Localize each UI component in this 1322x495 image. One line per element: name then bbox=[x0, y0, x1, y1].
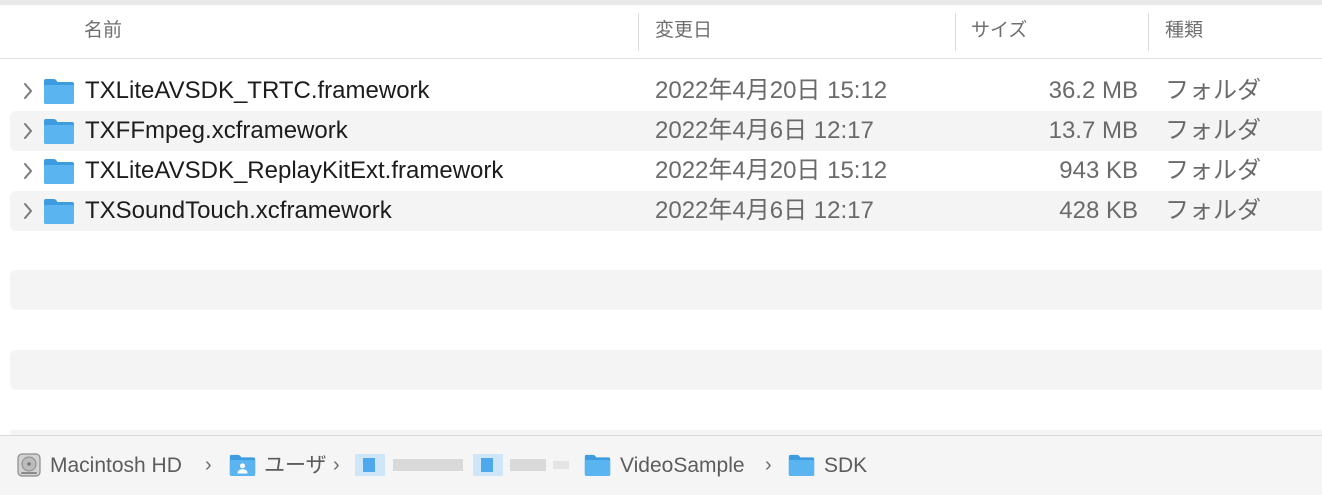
folder-icon bbox=[44, 159, 74, 184]
column-header-date[interactable]: 変更日 bbox=[655, 5, 712, 58]
folder-icon bbox=[584, 454, 611, 476]
folder-icon bbox=[44, 119, 74, 144]
file-size: 428 KB bbox=[1059, 197, 1138, 224]
path-item-videosample[interactable]: VideoSample bbox=[620, 436, 745, 495]
column-header-name[interactable]: 名前 bbox=[84, 5, 122, 58]
column-header-kind[interactable]: 種類 bbox=[1165, 5, 1203, 58]
file-row[interactable]: TXFFmpeg.xcframework 2022年4月6日 12:17 13.… bbox=[10, 111, 1322, 151]
file-kind: フォルダ bbox=[1165, 77, 1261, 104]
path-item-users[interactable]: ユーザ bbox=[264, 436, 327, 495]
file-date: 2022年4月20日 15:12 bbox=[655, 77, 888, 104]
path-bar: Macintosh HD › ユーザ › VideoSample › SDK bbox=[0, 435, 1322, 495]
path-separator: › bbox=[205, 454, 212, 476]
column-divider[interactable] bbox=[955, 13, 956, 51]
file-name[interactable]: TXLiteAVSDK_ReplayKitExt.framework bbox=[85, 151, 503, 191]
path-item-disk[interactable]: Macintosh HD bbox=[50, 436, 182, 495]
empty-row bbox=[10, 350, 1322, 390]
path-separator: › bbox=[333, 454, 340, 476]
chevron-right-icon[interactable] bbox=[22, 121, 34, 141]
hard-drive-icon bbox=[17, 453, 41, 477]
file-kind: フォルダ bbox=[1165, 157, 1261, 184]
column-header: 名前 変更日 サイズ 種類 bbox=[0, 5, 1322, 59]
file-date: 2022年4月6日 12:17 bbox=[655, 117, 874, 144]
chevron-right-icon[interactable] bbox=[22, 161, 34, 181]
chevron-right-icon[interactable] bbox=[22, 201, 34, 221]
empty-row bbox=[10, 270, 1322, 310]
file-name[interactable]: TXFFmpeg.xcframework bbox=[85, 111, 348, 151]
file-name[interactable]: TXSoundTouch.xcframework bbox=[85, 191, 392, 231]
file-row[interactable]: TXSoundTouch.xcframework 2022年4月6日 12:17… bbox=[10, 191, 1322, 231]
file-size: 943 KB bbox=[1059, 157, 1138, 184]
home-folder-icon bbox=[229, 454, 256, 476]
chevron-right-icon[interactable] bbox=[22, 81, 34, 101]
column-divider[interactable] bbox=[638, 13, 639, 51]
file-date: 2022年4月6日 12:17 bbox=[655, 197, 874, 224]
file-size: 36.2 MB bbox=[1048, 77, 1138, 104]
folder-icon bbox=[44, 199, 74, 224]
file-row[interactable]: TXLiteAVSDK_ReplayKitExt.framework 2022年… bbox=[10, 151, 1322, 191]
file-date: 2022年4月20日 15:12 bbox=[655, 157, 888, 184]
path-separator: › bbox=[765, 454, 772, 476]
folder-icon bbox=[788, 454, 815, 476]
file-kind: フォルダ bbox=[1165, 197, 1261, 224]
folder-icon bbox=[44, 79, 74, 104]
file-kind: フォルダ bbox=[1165, 117, 1261, 144]
column-header-size[interactable]: サイズ bbox=[971, 5, 1027, 58]
file-name[interactable]: TXLiteAVSDK_TRTC.framework bbox=[85, 71, 430, 111]
file-row[interactable]: TXLiteAVSDK_TRTC.framework 2022年4月20日 15… bbox=[10, 71, 1322, 111]
redacted-path-segment bbox=[355, 450, 575, 480]
column-divider[interactable] bbox=[1148, 13, 1149, 51]
file-size: 13.7 MB bbox=[1048, 117, 1138, 144]
path-item-sdk[interactable]: SDK bbox=[824, 436, 867, 495]
